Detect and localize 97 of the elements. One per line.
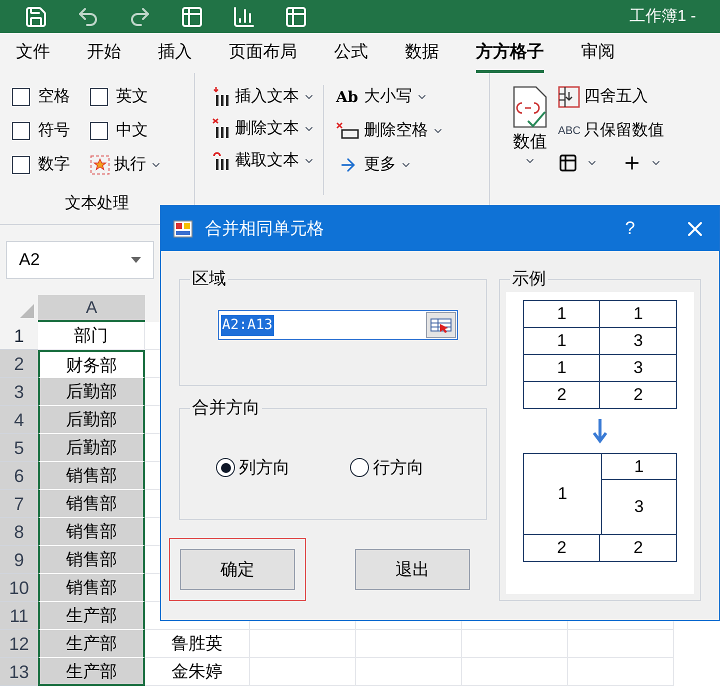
table-cell: 财务部 (38, 350, 145, 378)
example-cell: 2 (524, 382, 600, 408)
radio-label: 行方向 (373, 457, 424, 479)
radio-label: 列方向 (239, 457, 290, 479)
help-button[interactable]: ? (624, 215, 635, 242)
ribbon-button[interactable]: 截取文本 (235, 149, 299, 173)
ribbon-tab[interactable]: 文件 (16, 33, 50, 73)
row-header[interactable]: 12 (0, 630, 38, 658)
row-header[interactable]: 11 (0, 602, 38, 630)
example-cell-text: 3 (633, 496, 645, 518)
table-cell: 生产部 (38, 630, 145, 658)
ribbon-button[interactable]: 插入文本 (235, 85, 299, 109)
table-cell: 部门 (38, 322, 145, 350)
row-header[interactable]: 6 (0, 462, 38, 490)
checkbox[interactable] (12, 122, 30, 140)
example-cell-text: 3 (632, 330, 644, 352)
example-cell-text: 3 (632, 357, 644, 379)
table-cell: 后勤部 (38, 406, 145, 434)
ribbon-tab[interactable]: 数据 (405, 33, 439, 73)
edit-table-icon[interactable] (558, 153, 578, 173)
ribbon-tab[interactable]: 开始 (87, 33, 121, 73)
grid-icon[interactable] (284, 4, 308, 28)
name-box[interactable]: A2 (6, 241, 154, 279)
ribbon-button[interactable]: 大小写 (364, 85, 412, 109)
table-cell: 销售部 (38, 490, 145, 518)
row-header[interactable]: 7 (0, 490, 38, 518)
row-header[interactable]: 1 (0, 322, 38, 350)
checkbox[interactable] (12, 156, 30, 174)
row-header[interactable]: 3 (0, 378, 38, 406)
checkbox-label: 空格 (38, 86, 70, 107)
ribbon-button[interactable]: 删除文本 (235, 117, 299, 141)
example-cell: 1 (524, 301, 600, 327)
checkbox[interactable] (12, 88, 30, 106)
checkbox-label: 英文 (116, 86, 148, 107)
example-cell-text: 1 (632, 303, 644, 325)
dropdown-icon (131, 257, 141, 263)
table-cell: 后勤部 (38, 434, 145, 462)
dialog-button[interactable]: 退出 (355, 549, 470, 590)
range-picker-button[interactable] (426, 312, 456, 338)
row-header[interactable]: 10 (0, 574, 38, 602)
example-cell: 1 (524, 328, 600, 354)
group-label: 文本处理 (64, 194, 130, 214)
ribbon-button[interactable]: 只保留数值 (584, 119, 664, 143)
row-header[interactable]: 8 (0, 518, 38, 546)
text-bars-icon (211, 118, 231, 140)
table-cell: 鲁胜英 (145, 630, 250, 658)
table-cell: 生产部 (38, 658, 145, 686)
checkbox-label: 符号 (38, 121, 70, 141)
ribbon-button[interactable]: 删除空格 (364, 119, 428, 143)
save-icon[interactable] (24, 4, 48, 28)
table-cell: 销售部 (38, 546, 145, 574)
dialog-title: 合并相同单元格 (205, 218, 324, 240)
column-header[interactable]: A (38, 295, 145, 322)
case-icon: Ab (336, 86, 360, 108)
radio-button[interactable] (216, 458, 235, 478)
row-header[interactable]: 13 (0, 658, 38, 686)
table-icon[interactable] (180, 4, 204, 28)
down-arrow-icon (592, 418, 608, 444)
example-cell: 1 (602, 454, 676, 480)
ribbon-tab[interactable]: 插入 (158, 33, 192, 73)
execute-button[interactable]: 执行 (114, 153, 146, 177)
ribbon-tab[interactable]: 审阅 (581, 33, 615, 73)
chart-icon[interactable] (232, 4, 256, 28)
abc-icon: ABC (558, 122, 580, 140)
ribbon-button[interactable]: 更多 (364, 153, 396, 177)
dialog-button[interactable]: 确定 (180, 549, 295, 590)
app-icon (173, 220, 193, 238)
example-cell: 2 (524, 535, 600, 561)
row-header[interactable]: 4 (0, 406, 38, 434)
example-cell: 1 (524, 454, 602, 534)
row-header[interactable]: 2 (0, 350, 38, 378)
ribbon-tab[interactable]: 页面布局 (229, 33, 297, 73)
checkbox-label: 数字 (38, 154, 70, 175)
grid-icon (558, 86, 580, 108)
range-picker-icon (430, 317, 452, 333)
delete-space-icon (336, 122, 360, 140)
table-cell: 销售部 (38, 574, 145, 602)
ribbon-tab[interactable]: 公式 (334, 33, 368, 73)
table-cell: 销售部 (38, 518, 145, 546)
row-header[interactable]: 5 (0, 434, 38, 462)
row-header[interactable]: 9 (0, 546, 38, 574)
window-title: 工作簿1 - (629, 6, 696, 26)
checkbox[interactable] (90, 122, 108, 140)
text-bars-icon (211, 86, 231, 108)
checkbox-label: 中文 (116, 120, 148, 141)
table-cell: 金朱婷 (145, 658, 250, 686)
table-cell: 后勤部 (38, 378, 145, 406)
number-button[interactable]: 数值 (513, 129, 547, 154)
checkbox[interactable] (90, 88, 108, 106)
ribbon-button[interactable]: 四舍五入 (584, 85, 648, 109)
example-cell: 1 (524, 355, 600, 381)
radio-button[interactable] (350, 458, 369, 478)
table-cell: 销售部 (38, 462, 145, 490)
example-cell-text: 2 (632, 384, 644, 406)
text-bars-icon (211, 150, 231, 172)
table-cell: 生产部 (38, 602, 145, 630)
example-cell-text: 2 (632, 537, 644, 559)
